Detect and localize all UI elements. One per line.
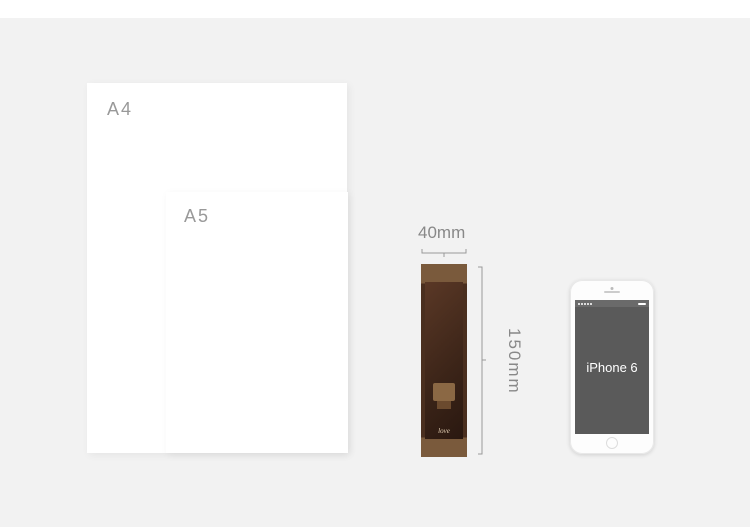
bookmark-love-text: love [421,427,467,435]
phone-camera-icon [611,287,614,290]
bookmark-width-label: 40mm [418,223,465,243]
phone-mockup: iPhone 6 [570,280,654,454]
phone-home-button-icon [606,437,618,449]
height-bracket-icon [477,266,487,455]
bookmark-tv-illustration [433,383,455,401]
bookmark-image-area [425,282,463,439]
bookmark-product: love [421,264,467,457]
a5-label: A5 [184,206,210,227]
battery-icon [638,303,646,305]
a5-paper-card: A5 [166,192,348,453]
a4-label: A4 [107,99,133,120]
phone-speaker-icon [604,291,620,293]
width-bracket-icon [421,248,467,258]
phone-status-bar [575,300,649,307]
top-white-strip [0,0,750,18]
signal-icon [578,303,592,305]
phone-screen: iPhone 6 [575,300,649,434]
phone-model-label: iPhone 6 [586,360,637,375]
bookmark-height-label: 150mm [504,328,524,395]
